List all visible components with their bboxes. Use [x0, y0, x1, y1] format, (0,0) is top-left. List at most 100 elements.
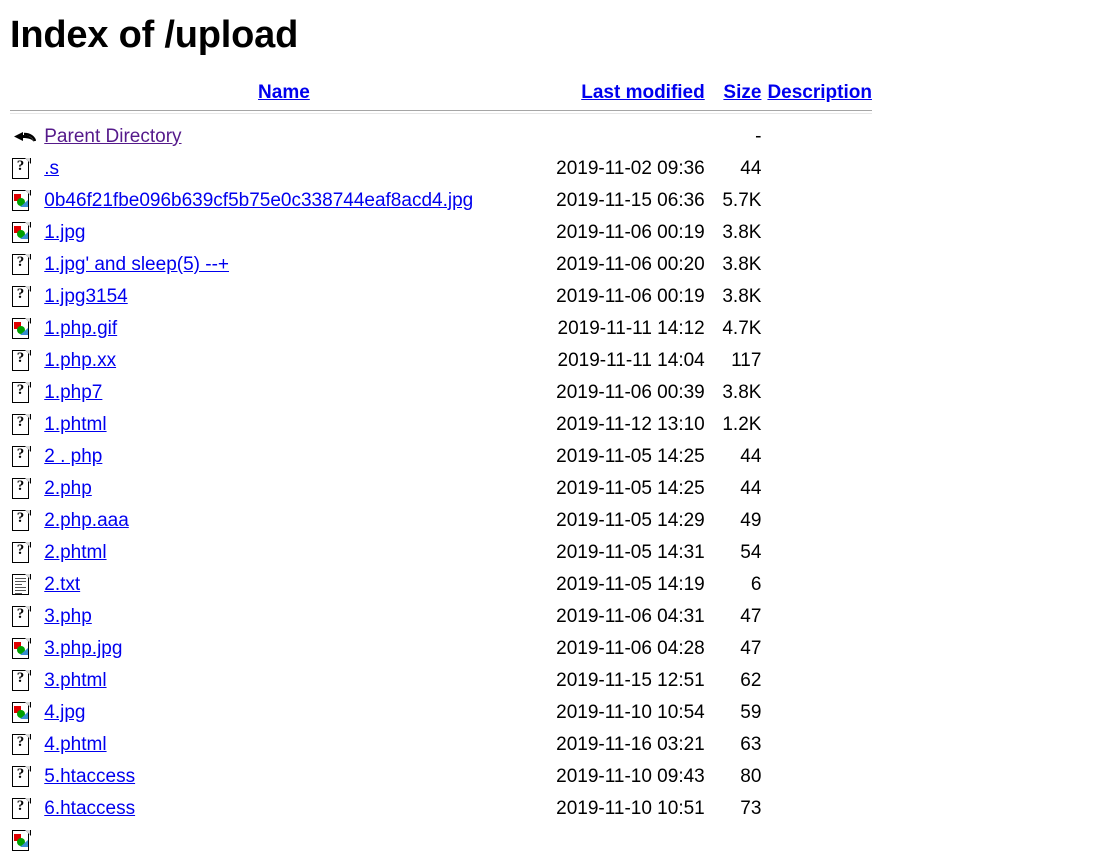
row-description: [761, 505, 872, 537]
file-link[interactable]: 2 . php: [44, 446, 102, 467]
table-row: ? 2.php.aaa 2019-11-05 14:29 49: [10, 505, 872, 537]
row-size: 54: [740, 541, 762, 563]
row-size: -: [755, 125, 762, 147]
file-link[interactable]: .s: [44, 158, 59, 179]
row-icon-cell: ?: [10, 377, 44, 409]
file-link[interactable]: 4.jpg: [44, 702, 85, 723]
row-icon-cell: ?: [10, 729, 44, 761]
row-last-modified: 2019-11-02 09:36: [556, 157, 705, 179]
row-description: [761, 473, 872, 505]
row-description: [761, 121, 872, 153]
row-name-cell: 2.txt: [44, 569, 523, 601]
row-icon-cell: ?: [10, 665, 44, 697]
file-link[interactable]: 1.php7: [44, 382, 102, 403]
row-name-cell: 1.php.xx: [44, 345, 523, 377]
file-link[interactable]: 2.phtml: [44, 542, 106, 563]
row-description: [761, 633, 872, 665]
row-icon-cell: ?: [10, 409, 44, 441]
file-link[interactable]: 4.phtml: [44, 734, 106, 755]
row-last-modified: 2019-11-05 14:19: [556, 573, 705, 595]
row-name-cell: 1.php.gif: [44, 313, 523, 345]
table-row: 1.jpg 2019-11-06 00:19 3.8K: [10, 217, 872, 249]
text-icon: [12, 573, 32, 596]
table-row: 3.php.jpg 2019-11-06 04:28 47: [10, 633, 872, 665]
row-icon-cell: ?: [10, 441, 44, 473]
column-header-icon: [10, 82, 44, 110]
row-name-cell: [44, 825, 523, 857]
row-size: 117: [731, 349, 762, 371]
row-icon-cell: [10, 313, 44, 345]
sort-by-last-modified-link[interactable]: Last modified: [581, 82, 705, 103]
sort-by-size-link[interactable]: Size: [723, 82, 761, 103]
back-icon: [12, 126, 36, 148]
row-description: [761, 409, 872, 441]
row-description: [761, 761, 872, 793]
row-name-cell: 2.php.aaa: [44, 505, 523, 537]
row-size: 49: [740, 509, 762, 531]
row-description: [761, 377, 872, 409]
table-row: ? 2 . php 2019-11-05 14:25 44: [10, 441, 872, 473]
file-link[interactable]: 3.php.jpg: [44, 638, 122, 659]
row-icon-cell: ?: [10, 345, 44, 377]
row-icon-cell: [10, 825, 44, 857]
file-link[interactable]: 0b46f21fbe096b639cf5b75e0c338744eaf8acd4…: [44, 190, 473, 211]
row-description: [761, 569, 872, 601]
row-size: 44: [740, 477, 762, 499]
unknown-icon: ?: [12, 253, 32, 276]
row-name-cell: 2 . php: [44, 441, 523, 473]
unknown-icon: ?: [12, 445, 32, 468]
file-link[interactable]: 2.php.aaa: [44, 510, 129, 531]
row-icon-cell: [10, 569, 44, 601]
row-icon-cell: ?: [10, 537, 44, 569]
file-link[interactable]: 3.php: [44, 606, 92, 627]
row-last-modified: 2019-11-05 14:25: [556, 477, 705, 499]
file-link[interactable]: 5.htaccess: [44, 766, 135, 787]
row-last-modified: 2019-11-06 00:19: [556, 285, 705, 307]
file-link[interactable]: 1.php.gif: [44, 318, 117, 339]
row-name-cell: 1.jpg: [44, 217, 523, 249]
row-size: 1.2K: [722, 413, 762, 435]
sort-by-description-link[interactable]: Description: [767, 82, 872, 103]
row-name-cell: 6.htaccess: [44, 793, 523, 825]
row-icon-cell: ?: [10, 249, 44, 281]
row-size: 80: [740, 765, 762, 787]
file-link[interactable]: 2.php: [44, 478, 92, 499]
table-row: Parent Directory -: [10, 121, 872, 153]
file-link[interactable]: 1.jpg' and sleep(5) --+: [44, 254, 229, 275]
file-link[interactable]: Parent Directory: [44, 126, 181, 147]
column-header-name: Name: [44, 82, 523, 110]
file-link[interactable]: 3.phtml: [44, 670, 106, 691]
row-last-modified: [524, 121, 707, 153]
row-last-modified: 2019-11-10 10:51: [556, 797, 705, 819]
image-icon: [12, 701, 32, 724]
row-icon-cell: [10, 185, 44, 217]
unknown-icon: ?: [12, 765, 32, 788]
row-description: [761, 729, 872, 761]
row-last-modified: 2019-11-15 06:36: [556, 189, 705, 211]
file-link[interactable]: 1.phtml: [44, 414, 106, 435]
image-icon: [12, 317, 32, 340]
file-link[interactable]: 1.jpg: [44, 222, 85, 243]
file-link[interactable]: 1.php.xx: [44, 350, 116, 371]
row-description: [761, 665, 872, 697]
row-description: [761, 825, 872, 857]
image-icon: [12, 189, 32, 212]
file-link[interactable]: 2.txt: [44, 574, 80, 595]
row-icon-cell: ?: [10, 505, 44, 537]
row-size: 4.7K: [722, 317, 762, 339]
row-icon-cell: ?: [10, 153, 44, 185]
column-header-description: Description: [761, 82, 872, 110]
table-row: ? 1.php.xx 2019-11-11 14:04 117: [10, 345, 872, 377]
image-icon: [12, 221, 32, 244]
row-description: [761, 217, 872, 249]
row-last-modified: 2019-11-06 04:31: [556, 605, 705, 627]
row-size: 47: [740, 605, 762, 627]
table-row: ? 6.htaccess 2019-11-10 10:51 73: [10, 793, 872, 825]
sort-by-name-link[interactable]: Name: [258, 82, 310, 103]
row-icon-cell: ?: [10, 601, 44, 633]
row-name-cell: 1.jpg3154: [44, 281, 523, 313]
row-size: 3.8K: [722, 381, 762, 403]
table-row: ? 3.phtml 2019-11-15 12:51 62: [10, 665, 872, 697]
file-link[interactable]: 6.htaccess: [44, 798, 135, 819]
file-link[interactable]: 1.jpg3154: [44, 286, 127, 307]
